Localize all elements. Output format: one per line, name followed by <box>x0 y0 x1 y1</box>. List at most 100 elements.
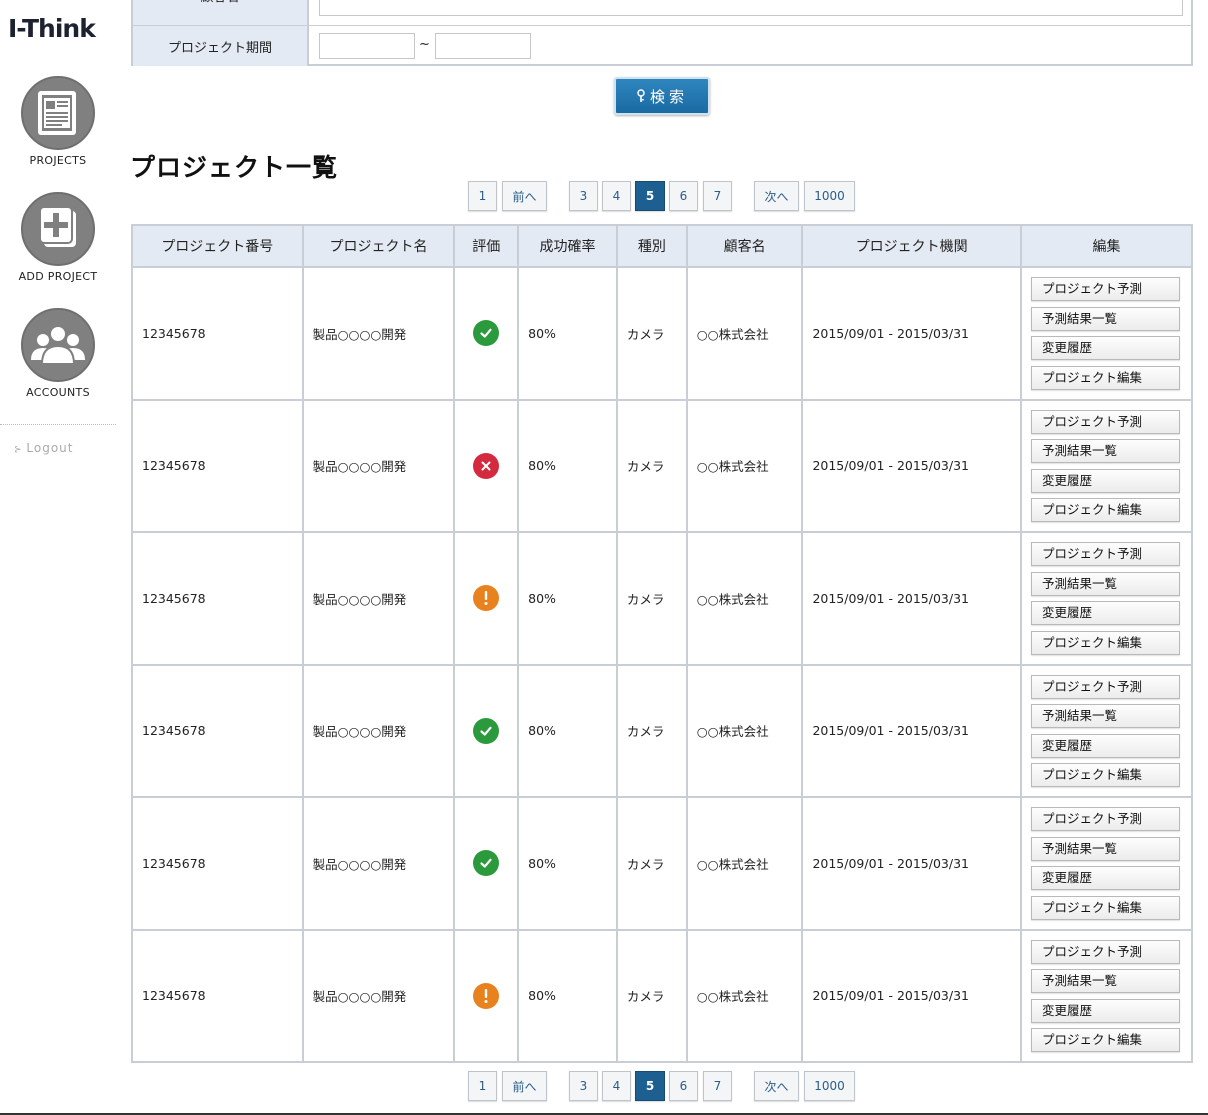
page-button[interactable]: 6 <box>669 1071 698 1101</box>
customer-row: 顧客名 <box>133 0 1191 26</box>
cell-evaluation <box>453 398 520 533</box>
change-history-button[interactable]: 変更履歴 <box>1030 468 1180 493</box>
period-label: プロジェクト期間 <box>133 26 309 66</box>
cell-edit: プロジェクト予測 予測結果一覧 変更履歴プロジェクト編集 <box>1019 531 1194 666</box>
period-from-input[interactable] <box>319 33 415 59</box>
cell-customer: ○○株式会社 <box>685 398 804 533</box>
users-icon <box>21 308 95 382</box>
period-to-input[interactable] <box>435 33 531 59</box>
cell-project-name: 製品○○○○開発 <box>301 796 456 931</box>
page-current-button[interactable]: 5 <box>635 1071 665 1101</box>
sidebar: I-Think PROJECTS ADD PROJECT ACCOUNTS ⊱ … <box>0 0 116 1115</box>
change-history-button[interactable]: 変更履歴 <box>1030 336 1180 360</box>
cell-period: 2015/09/01 - 2015/03/31 <box>801 531 1022 666</box>
cell-success-probability: 80% <box>517 531 618 666</box>
page-first-button[interactable]: 1 <box>468 181 497 211</box>
column-header[interactable]: 種別 <box>615 224 688 268</box>
page-last-button[interactable]: 1000 <box>804 181 855 211</box>
page-button[interactable]: 3 <box>569 181 598 211</box>
column-header[interactable]: 顧客名 <box>685 224 804 268</box>
page-prev-button[interactable]: 前へ <box>502 1071 547 1101</box>
forecast-results-button[interactable]: 予測結果一覧 <box>1030 836 1180 861</box>
column-header[interactable]: プロジェクト機関 <box>801 224 1022 268</box>
change-history-button[interactable]: 変更履歴 <box>1030 733 1180 758</box>
project-edit-button[interactable]: プロジェクト編集 <box>1030 763 1180 787</box>
cell-type: カメラ <box>615 266 688 401</box>
customer-input[interactable] <box>319 0 1183 16</box>
warning-circle-icon <box>473 585 500 612</box>
project-edit-button[interactable]: プロジェクト編集 <box>1030 498 1180 522</box>
logout-link[interactable]: ⊱ Logout <box>14 441 74 455</box>
table-row: 12345678 製品○○○○開発 80% カメラ ○○株式会社 2015/09/01 -… <box>131 398 1194 533</box>
app-logo: I-Think <box>8 14 96 43</box>
forecast-results-button[interactable]: 予測結果一覧 <box>1030 571 1180 596</box>
page-current-button[interactable]: 5 <box>635 181 665 211</box>
project-table: プロジェクト番号 プロジェクト名 評価 成功確率 種別 顧客名 プロジェクト機関… <box>131 224 1194 1063</box>
project-forecast-button[interactable]: プロジェクト予測 <box>1030 939 1180 964</box>
cell-customer: ○○株式会社 <box>685 928 804 1063</box>
period-row: プロジェクト期間 ~ <box>133 26 1191 66</box>
cell-success-probability: 80% <box>517 928 618 1063</box>
forecast-results-button[interactable]: 予測結果一覧 <box>1030 439 1180 463</box>
key-icon <box>637 89 645 102</box>
page-button[interactable]: 6 <box>669 181 698 211</box>
cell-evaluation <box>453 796 520 931</box>
customer-label: 顧客名 <box>133 0 309 25</box>
page-next-button[interactable]: 次へ <box>754 1071 799 1101</box>
cell-period: 2015/09/01 - 2015/03/31 <box>801 796 1022 931</box>
cell-customer: ○○株式会社 <box>685 796 804 931</box>
change-history-button[interactable]: 変更履歴 <box>1030 601 1180 625</box>
change-history-button[interactable]: 変更履歴 <box>1030 998 1180 1023</box>
nav-add-project-label: ADD PROJECT <box>18 270 98 283</box>
project-edit-button[interactable]: プロジェクト編集 <box>1030 1028 1180 1052</box>
page-button[interactable]: 4 <box>602 181 631 211</box>
nav-add-project[interactable]: ADD PROJECT <box>0 192 116 283</box>
page-first-button[interactable]: 1 <box>468 1071 497 1101</box>
cell-edit: プロジェクト予測 予測結果一覧 変更履歴プロジェクト編集 <box>1019 266 1194 401</box>
project-forecast-button[interactable]: プロジェクト予測 <box>1030 277 1180 301</box>
table-row: 12345678 製品○○○○開発 80% カメラ ○○株式会社 2015/09/01 -… <box>131 266 1194 401</box>
table-row: 12345678 製品○○○○開発 80% カメラ ○○株式会社 2015/09/01 -… <box>131 796 1194 931</box>
cell-project-number: 12345678 <box>131 663 304 798</box>
page-button[interactable]: 3 <box>569 1071 598 1101</box>
cell-customer: ○○株式会社 <box>685 266 804 401</box>
page-button[interactable]: 7 <box>703 181 732 211</box>
cell-project-number: 12345678 <box>131 531 304 666</box>
page-title: プロジェクト一覧 <box>130 153 339 182</box>
cell-project-name: 製品○○○○開発 <box>301 663 456 798</box>
project-forecast-button[interactable]: プロジェクト予測 <box>1030 674 1180 699</box>
pagination-bottom: 1 前へ 3 4 5 6 7 次へ 1000 <box>468 1071 868 1101</box>
project-edit-button[interactable]: プロジェクト編集 <box>1030 630 1180 655</box>
forecast-results-button[interactable]: 予測結果一覧 <box>1030 969 1180 993</box>
nav-accounts-label: ACCOUNTS <box>26 386 90 399</box>
forecast-results-button[interactable]: 予測結果一覧 <box>1030 704 1180 728</box>
cell-type: カメラ <box>615 531 688 666</box>
page-button[interactable]: 7 <box>703 1071 732 1101</box>
project-forecast-button[interactable]: プロジェクト予測 <box>1030 807 1180 831</box>
logout-label: Logout <box>26 441 74 455</box>
column-header[interactable]: 成功確率 <box>517 224 618 268</box>
page-button[interactable]: 4 <box>602 1071 631 1101</box>
change-history-button[interactable]: 変更履歴 <box>1030 866 1180 890</box>
cell-period: 2015/09/01 - 2015/03/31 <box>801 928 1022 1063</box>
project-edit-button[interactable]: プロジェクト編集 <box>1030 365 1180 390</box>
project-forecast-button[interactable]: プロジェクト予測 <box>1030 542 1180 566</box>
column-header[interactable]: 評価 <box>453 224 520 268</box>
cell-project-number: 12345678 <box>131 796 304 931</box>
search-form: 顧客名 プロジェクト期間 ~ <box>131 0 1193 66</box>
search-button[interactable]: 検索 <box>614 77 710 115</box>
page-prev-button[interactable]: 前へ <box>502 181 547 211</box>
page-next-button[interactable]: 次へ <box>754 181 799 211</box>
forecast-results-button[interactable]: 予測結果一覧 <box>1030 306 1180 331</box>
nav-accounts[interactable]: ACCOUNTS <box>0 308 116 399</box>
column-header: 編集 <box>1019 224 1194 268</box>
column-header[interactable]: プロジェクト番号 <box>131 224 304 268</box>
project-edit-button[interactable]: プロジェクト編集 <box>1030 895 1180 920</box>
project-forecast-button[interactable]: プロジェクト予測 <box>1030 409 1180 434</box>
cell-evaluation <box>453 663 520 798</box>
nav-projects[interactable]: PROJECTS <box>0 76 116 167</box>
cell-success-probability: 80% <box>517 796 618 931</box>
page-last-button[interactable]: 1000 <box>804 1071 855 1101</box>
check-circle-icon <box>473 850 500 877</box>
column-header[interactable]: プロジェクト名 <box>301 224 456 268</box>
